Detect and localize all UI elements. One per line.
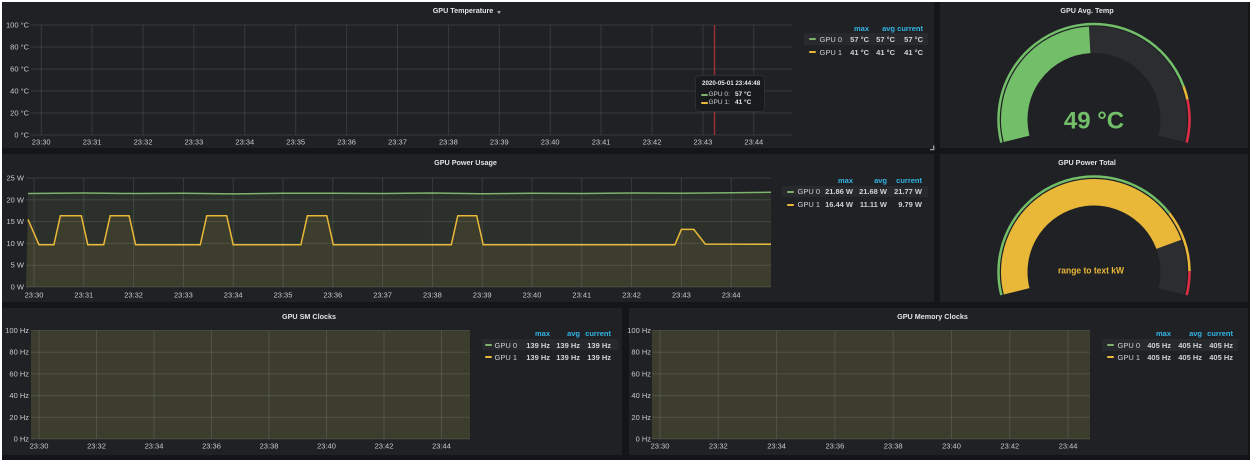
svg-text:60 Hz: 60 Hz bbox=[9, 369, 29, 378]
svg-text:23:33: 23:33 bbox=[174, 291, 193, 300]
svg-text:23:40: 23:40 bbox=[541, 138, 560, 147]
svg-text:23:35: 23:35 bbox=[274, 291, 293, 300]
svg-text:23:30: 23:30 bbox=[30, 442, 49, 451]
svg-text:60 °C: 60 °C bbox=[10, 65, 29, 74]
svg-text:100 Hz: 100 Hz bbox=[627, 326, 651, 335]
svg-text:49 °C: 49 °C bbox=[1064, 108, 1124, 135]
svg-text:23:38: 23:38 bbox=[260, 442, 279, 451]
svg-text:80 Hz: 80 Hz bbox=[9, 348, 29, 357]
svg-text:20 W: 20 W bbox=[6, 195, 24, 204]
svg-text:40 Hz: 40 Hz bbox=[9, 391, 29, 400]
svg-text:23:32: 23:32 bbox=[87, 442, 106, 451]
svg-text:23:34: 23:34 bbox=[145, 442, 164, 451]
svg-text:40 Hz: 40 Hz bbox=[631, 391, 651, 400]
svg-text:23:36: 23:36 bbox=[337, 138, 356, 147]
svg-text:23:44: 23:44 bbox=[1059, 442, 1078, 451]
svg-text:40 °C: 40 °C bbox=[10, 87, 29, 96]
svg-text:23:42: 23:42 bbox=[375, 442, 394, 451]
svg-text:23:37: 23:37 bbox=[373, 291, 392, 300]
svg-text:23:37: 23:37 bbox=[388, 138, 407, 147]
svg-text:23:30: 23:30 bbox=[25, 291, 44, 300]
svg-text:23:36: 23:36 bbox=[826, 442, 845, 451]
svg-text:23:42: 23:42 bbox=[1000, 442, 1019, 451]
svg-text:60 Hz: 60 Hz bbox=[631, 369, 651, 378]
svg-text:0 W: 0 W bbox=[11, 283, 25, 292]
svg-text:23:40: 23:40 bbox=[523, 291, 542, 300]
svg-text:25 W: 25 W bbox=[6, 174, 24, 183]
svg-text:23:38: 23:38 bbox=[439, 138, 458, 147]
svg-text:range to text kW: range to text kW bbox=[1058, 266, 1124, 276]
svg-text:0 Hz: 0 Hz bbox=[14, 435, 30, 444]
svg-text:0 °C: 0 °C bbox=[14, 131, 29, 140]
svg-text:23:32: 23:32 bbox=[124, 291, 143, 300]
svg-text:23:44: 23:44 bbox=[744, 138, 763, 147]
svg-text:23:31: 23:31 bbox=[74, 291, 93, 300]
svg-text:23:35: 23:35 bbox=[286, 138, 305, 147]
svg-text:23:41: 23:41 bbox=[592, 138, 611, 147]
svg-text:23:32: 23:32 bbox=[134, 138, 153, 147]
svg-text:23:32: 23:32 bbox=[709, 442, 728, 451]
svg-text:80 Hz: 80 Hz bbox=[631, 348, 651, 357]
svg-text:23:31: 23:31 bbox=[83, 138, 102, 147]
svg-text:23:44: 23:44 bbox=[722, 291, 741, 300]
svg-text:23:36: 23:36 bbox=[323, 291, 342, 300]
svg-text:20 Hz: 20 Hz bbox=[631, 413, 651, 422]
svg-text:23:40: 23:40 bbox=[942, 442, 961, 451]
svg-text:5 W: 5 W bbox=[11, 261, 25, 270]
svg-text:23:30: 23:30 bbox=[651, 442, 670, 451]
svg-text:100 Hz: 100 Hz bbox=[5, 326, 29, 335]
svg-text:23:43: 23:43 bbox=[672, 291, 691, 300]
svg-text:23:41: 23:41 bbox=[572, 291, 591, 300]
svg-text:23:43: 23:43 bbox=[694, 138, 713, 147]
svg-text:23:34: 23:34 bbox=[224, 291, 243, 300]
svg-text:23:34: 23:34 bbox=[235, 138, 254, 147]
svg-text:23:33: 23:33 bbox=[185, 138, 204, 147]
svg-text:23:44: 23:44 bbox=[432, 442, 451, 451]
svg-text:23:39: 23:39 bbox=[473, 291, 492, 300]
svg-text:23:39: 23:39 bbox=[490, 138, 509, 147]
svg-text:10 W: 10 W bbox=[6, 239, 24, 248]
svg-text:15 W: 15 W bbox=[6, 217, 24, 226]
svg-text:23:40: 23:40 bbox=[317, 442, 336, 451]
svg-text:23:38: 23:38 bbox=[884, 442, 903, 451]
svg-text:23:34: 23:34 bbox=[767, 442, 786, 451]
svg-text:23:30: 23:30 bbox=[32, 138, 51, 147]
svg-text:23:38: 23:38 bbox=[423, 291, 442, 300]
svg-text:80 °C: 80 °C bbox=[10, 43, 29, 52]
svg-text:23:42: 23:42 bbox=[622, 291, 641, 300]
svg-text:20 Hz: 20 Hz bbox=[9, 413, 29, 422]
svg-text:23:42: 23:42 bbox=[643, 138, 662, 147]
svg-text:23:36: 23:36 bbox=[202, 442, 221, 451]
svg-text:20 °C: 20 °C bbox=[10, 109, 29, 118]
svg-text:100 °C: 100 °C bbox=[6, 21, 30, 30]
svg-text:0 Hz: 0 Hz bbox=[636, 435, 652, 444]
